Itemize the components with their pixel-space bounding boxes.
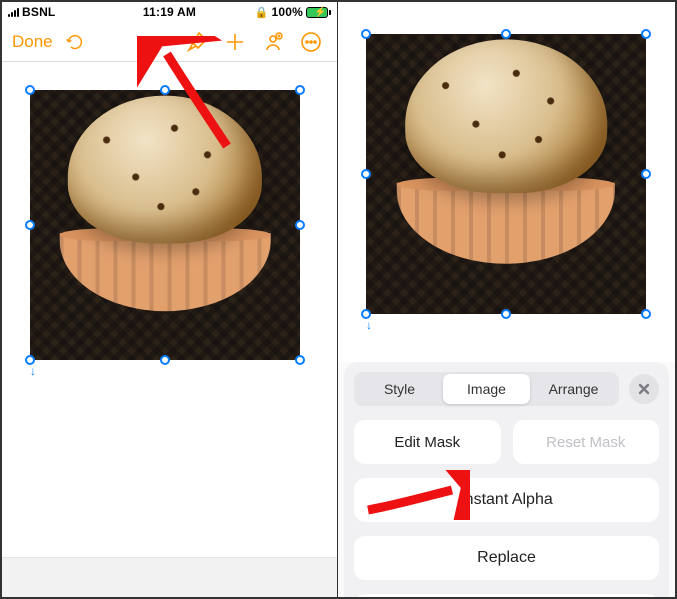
resize-handle[interactable]	[641, 29, 651, 39]
selected-image[interactable]: ↓	[366, 34, 646, 314]
cupcake-photo	[30, 90, 300, 360]
replace-button[interactable]: Replace	[354, 536, 659, 580]
tab-style[interactable]: Style	[356, 374, 443, 404]
resize-handle[interactable]	[361, 169, 371, 179]
more-button[interactable]	[295, 26, 327, 58]
selected-image[interactable]: ↓	[30, 90, 300, 360]
format-brush-button[interactable]	[181, 26, 213, 58]
canvas[interactable]: ↓	[338, 2, 675, 362]
rotation-lock-icon: 🔒	[255, 6, 269, 19]
instant-alpha-button[interactable]: Instant Alpha	[354, 478, 659, 522]
resize-handle[interactable]	[25, 85, 35, 95]
resize-handle[interactable]	[295, 355, 305, 365]
close-button[interactable]	[629, 374, 659, 404]
tab-segmented-control[interactable]: Style Image Arrange	[354, 372, 619, 406]
resize-handle[interactable]	[501, 309, 511, 319]
resize-handle[interactable]	[25, 355, 35, 365]
resize-handle[interactable]	[160, 85, 170, 95]
signal-icon	[8, 7, 19, 17]
left-screenshot: BSNL 11:19 AM 🔒 100% ⚡ Done	[2, 2, 338, 597]
edit-mask-button[interactable]: Edit Mask	[354, 420, 501, 464]
canvas[interactable]: ↓	[2, 62, 337, 557]
resize-handle[interactable]	[295, 220, 305, 230]
anchor-indicator: ↓	[30, 364, 36, 378]
paintbrush-icon	[185, 30, 209, 54]
resize-handle[interactable]	[295, 85, 305, 95]
right-screenshot: ↓ Style Image Arrange Edit Mask Reset Ma	[338, 2, 675, 597]
carrier-label: BSNL	[22, 5, 55, 19]
done-button[interactable]: Done	[12, 26, 53, 58]
resize-handle[interactable]	[160, 355, 170, 365]
resize-handle[interactable]	[25, 220, 35, 230]
resize-handle[interactable]	[501, 29, 511, 39]
tab-arrange[interactable]: Arrange	[530, 374, 617, 404]
battery-pct: 100%	[272, 5, 304, 19]
status-bar: BSNL 11:19 AM 🔒 100% ⚡	[2, 2, 337, 22]
format-panel: Style Image Arrange Edit Mask Reset Mask…	[344, 362, 669, 597]
tab-image[interactable]: Image	[443, 374, 530, 404]
collaborate-button[interactable]	[257, 26, 289, 58]
plus-icon	[223, 30, 247, 54]
more-icon	[299, 30, 323, 54]
cupcake-photo	[366, 34, 646, 314]
close-icon	[637, 382, 651, 396]
undo-icon	[64, 31, 86, 53]
toolbar: Done	[2, 22, 337, 62]
add-button[interactable]	[219, 26, 251, 58]
resize-handle[interactable]	[361, 29, 371, 39]
undo-button[interactable]	[59, 26, 91, 58]
resize-handle[interactable]	[641, 169, 651, 179]
anchor-indicator: ↓	[366, 318, 372, 332]
description-button[interactable]: Description	[354, 594, 659, 599]
resize-handle[interactable]	[641, 309, 651, 319]
collaborate-icon	[261, 30, 285, 54]
battery-icon: ⚡	[306, 7, 331, 18]
reset-mask-button[interactable]: Reset Mask	[513, 420, 660, 464]
resize-handle[interactable]	[361, 309, 371, 319]
keyboard-accessory	[2, 557, 337, 597]
